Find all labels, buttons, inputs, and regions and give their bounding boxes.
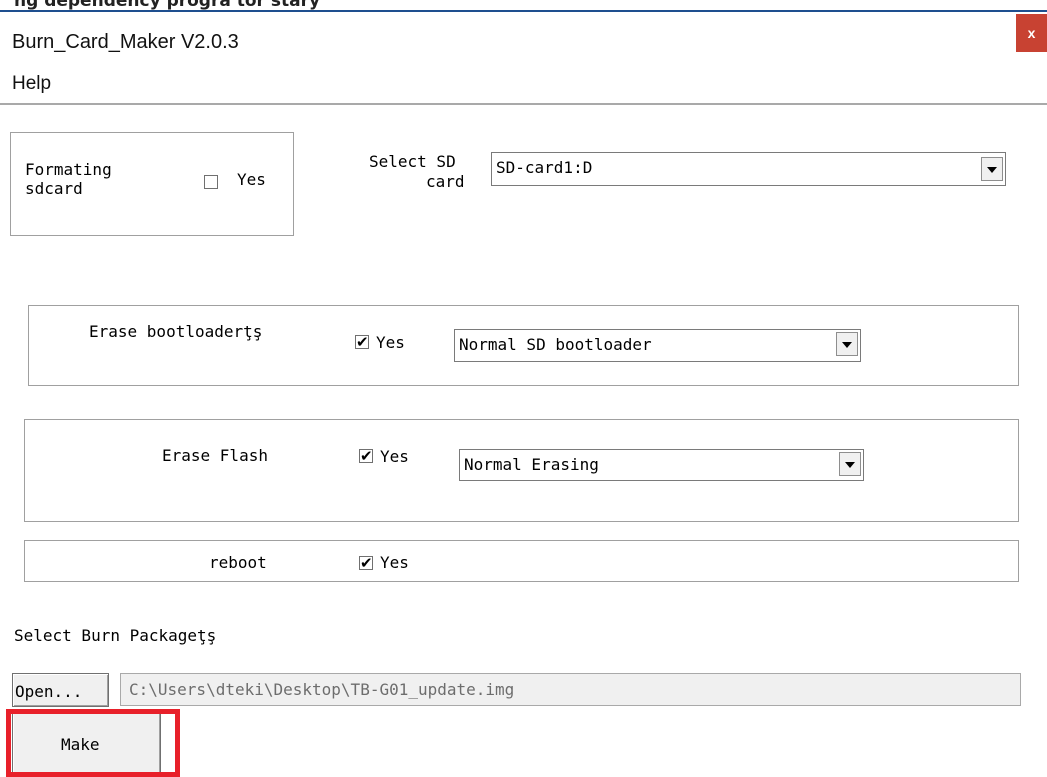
erase-bootloader-checkbox[interactable]: ✔ — [355, 333, 369, 351]
sd-card-select[interactable]: SD-card1:D — [491, 152, 1006, 186]
select-sd-label-1: Select SD — [369, 152, 456, 171]
bootloader-mode-value: Normal SD bootloader — [459, 335, 652, 354]
reboot-label: reboot — [209, 553, 267, 572]
erase-flash-group: Erase Flash ✔ Yes Normal Erasing — [24, 419, 1019, 522]
select-package-label: Select Burn Packageţş — [14, 626, 217, 645]
format-sdcard-label-1: Formating — [25, 160, 112, 179]
background-window-border — [0, 10, 1047, 12]
package-path-value: C:\Users\dteki\Desktop\TB-G01_update.img — [129, 680, 515, 699]
reboot-checkbox[interactable]: ✔ — [359, 554, 373, 572]
erase-bootloader-label: Erase bootloaderţş — [89, 322, 263, 341]
erase-bootloader-group: Erase bootloaderţş ✔ Yes Normal SD bootl… — [28, 305, 1019, 386]
erase-mode-select[interactable]: Normal Erasing — [459, 449, 864, 481]
window-title: Burn_Card_Maker V2.0.3 — [12, 31, 239, 53]
close-icon: x — [1027, 25, 1036, 41]
erase-flash-yes-label: Yes — [380, 447, 409, 466]
erase-flash-label: Erase Flash — [162, 446, 268, 465]
menu-bar: Help — [0, 68, 1047, 104]
sd-card-dropdown-icon[interactable] — [981, 157, 1003, 181]
select-sd-label-2: card — [426, 172, 465, 191]
format-sdcard-label-2: sdcard — [25, 179, 83, 198]
format-sdcard-checkbox[interactable] — [204, 175, 218, 189]
bootloader-mode-select[interactable]: Normal SD bootloader — [454, 329, 861, 362]
erase-mode-dropdown-icon[interactable] — [839, 452, 861, 476]
erase-mode-value: Normal Erasing — [464, 455, 599, 474]
close-button[interactable]: x — [1016, 14, 1047, 52]
erase-bootloader-check-icon: ✔ — [356, 333, 369, 351]
background-window-strip: ng dependency progra tor stary — [0, 0, 1047, 14]
erase-flash-checkbox[interactable]: ✔ — [359, 447, 373, 465]
reboot-yes-label: Yes — [380, 553, 409, 572]
open-button[interactable]: Open... — [12, 673, 109, 707]
package-path-field[interactable]: C:\Users\dteki\Desktop\TB-G01_update.img — [120, 673, 1021, 706]
reboot-group: reboot ✔ Yes — [24, 540, 1019, 582]
format-sdcard-yes-label: Yes — [237, 170, 266, 189]
format-sdcard-group: Formating sdcard Yes — [10, 132, 294, 236]
erase-bootloader-yes-label: Yes — [376, 333, 405, 352]
open-button-label: Open... — [15, 682, 83, 701]
sd-card-select-value: SD-card1:D — [496, 158, 593, 177]
erase-flash-check-icon: ✔ — [360, 447, 373, 465]
title-bar: Burn_Card_Maker V2.0.3 — [0, 14, 1047, 68]
menu-help[interactable]: Help — [12, 73, 51, 95]
menu-divider — [0, 103, 1047, 105]
reboot-check-icon: ✔ — [360, 554, 373, 572]
bootloader-mode-dropdown-icon[interactable] — [836, 332, 858, 356]
